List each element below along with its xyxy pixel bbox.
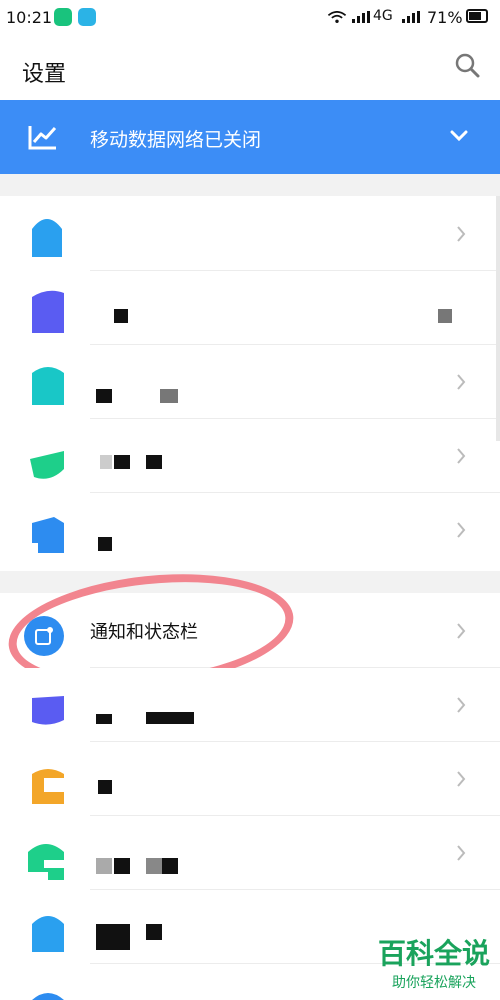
redacted-text-3 — [146, 455, 162, 469]
redacted-text — [96, 389, 112, 403]
chevron-right-icon — [457, 374, 466, 390]
app-notification-icon — [54, 8, 72, 26]
chevron-right-icon — [457, 623, 466, 639]
redacted-text-2 — [146, 924, 162, 940]
row-icon-2 — [32, 290, 64, 333]
row-icon-3 — [32, 367, 64, 405]
row-icon-4 — [30, 451, 64, 479]
redacted-text — [96, 924, 130, 950]
chevron-right-icon — [457, 522, 466, 538]
chevron-right-icon — [457, 771, 466, 787]
row-icon-7 — [32, 696, 64, 725]
banner-text: 移动数据网络已关闭 — [90, 129, 262, 151]
row-icon-8 — [32, 769, 64, 804]
redacted-text-2 — [114, 858, 130, 874]
scrollbar[interactable] — [496, 196, 500, 441]
mobile-data-banner[interactable]: 移动数据网络已关闭 — [0, 100, 500, 174]
redacted-text-4 — [162, 858, 178, 874]
settings-row-2[interactable] — [0, 271, 500, 345]
wifi-icon — [327, 11, 347, 23]
chevron-right-icon — [457, 697, 466, 713]
watermark-title: 百科全说 — [377, 937, 490, 970]
redacted-text-2 — [146, 712, 194, 724]
watermark: 百科全说 助你轻松解决 — [374, 932, 494, 992]
watermark-subtitle: 助你轻松解决 — [392, 975, 476, 991]
status-bar: 10:21 4G 71% — [0, 0, 500, 36]
settings-row-5[interactable] — [0, 493, 500, 567]
redacted-text-3 — [146, 858, 162, 874]
settings-row-4[interactable] — [0, 419, 500, 493]
redacted-text — [98, 780, 112, 794]
row-icon-1 — [32, 219, 62, 257]
redacted-text-2 — [114, 455, 130, 469]
settings-row-3[interactable] — [0, 345, 500, 419]
settings-row-8[interactable] — [0, 742, 500, 816]
redacted-text — [96, 858, 112, 874]
settings-row-9[interactable] — [0, 816, 500, 890]
network-type: 4G — [373, 8, 393, 24]
settings-row-1[interactable] — [0, 197, 500, 271]
row-icon-9 — [28, 844, 64, 880]
trend-icon — [28, 126, 57, 150]
redacted-text — [96, 714, 112, 724]
signal-icon — [352, 11, 370, 23]
chevron-right-icon — [457, 226, 466, 242]
redacted-value — [438, 309, 452, 323]
row-icon-10 — [32, 916, 64, 952]
battery-percent: 71% — [427, 8, 463, 27]
chevron-down-icon[interactable] — [450, 128, 468, 144]
signal-icon-2 — [402, 11, 420, 23]
page-title: 设置 — [22, 62, 67, 87]
chevron-right-icon — [457, 845, 466, 861]
settings-row-7[interactable] — [0, 668, 500, 742]
redacted-text — [100, 455, 112, 469]
battery-icon — [466, 9, 488, 23]
search-icon[interactable] — [454, 52, 480, 78]
redacted-text — [98, 537, 112, 551]
header: 设置 — [0, 36, 500, 100]
chevron-right-icon — [457, 448, 466, 464]
redacted-text-2 — [160, 389, 178, 403]
row-icon-5 — [32, 517, 64, 553]
row-icon-11 — [32, 993, 64, 1000]
redacted-text — [114, 309, 128, 323]
status-time: 10:21 — [6, 8, 53, 27]
section-divider — [0, 174, 500, 196]
app-notification-icon-2 — [78, 8, 96, 26]
